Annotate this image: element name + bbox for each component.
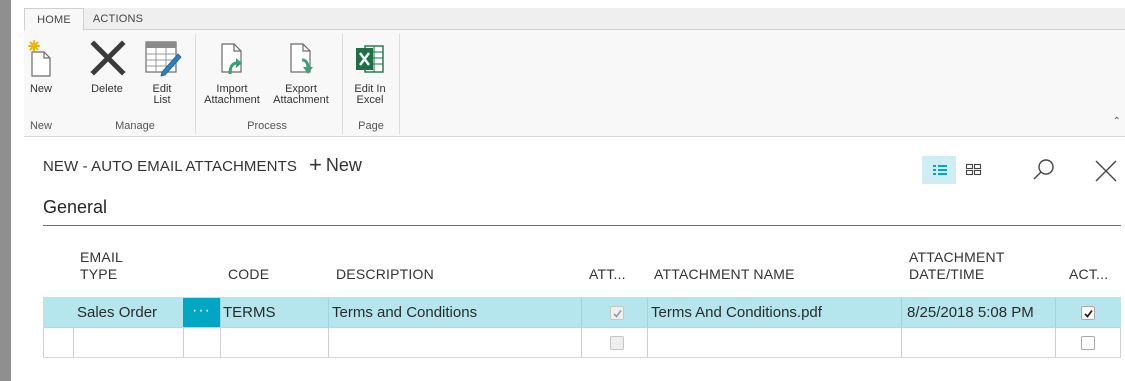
section-divider [43, 225, 1121, 226]
search-icon [1030, 159, 1058, 188]
edit-in-excel-label: Edit In Excel [354, 83, 386, 106]
cell-attachment-name[interactable]: Terms And Conditions.pdf [651, 298, 822, 328]
collapse-ribbon-icon[interactable]: ⌃ [1113, 116, 1121, 127]
table-row[interactable] [43, 327, 1121, 358]
group-label-process: Process [247, 120, 287, 132]
column-header-act[interactable]: ACT... [1069, 266, 1108, 283]
group-label-new: New [29, 120, 52, 132]
ribbon-tab-bar: HOME ACTIONS [24, 8, 1125, 31]
cell-code[interactable]: TERMS [223, 298, 276, 328]
delete-button-label: Delete [91, 83, 123, 95]
column-header-att[interactable]: ATT... [589, 266, 626, 283]
list-view-icon [922, 165, 956, 188]
edit-list-button-label: Edit List [152, 83, 172, 106]
column-divider [220, 298, 221, 327]
left-edge-bar [0, 0, 11, 381]
column-header-attachment-datetime[interactable]: ATTACHMENT DATE/TIME [909, 249, 1005, 283]
close-icon [1091, 160, 1121, 190]
column-divider [1055, 298, 1056, 327]
column-divider [581, 298, 582, 327]
plus-icon: + [309, 152, 322, 177]
export-attachment-button[interactable]: Export Attachment [268, 38, 334, 118]
act-checkbox[interactable] [1081, 306, 1095, 320]
close-button[interactable] [1091, 156, 1121, 186]
column-header-attachment-name[interactable]: ATTACHMENT NAME [654, 266, 795, 283]
export-attachment-label: Export Attachment [273, 83, 329, 106]
export-attachment-icon [268, 38, 334, 78]
section-title: General [43, 197, 108, 217]
ribbon-group-separator [195, 34, 196, 134]
new-button[interactable]: New [26, 38, 56, 118]
tile-view-icon [956, 163, 990, 188]
column-divider [1055, 328, 1056, 357]
ribbon-group-separator [342, 34, 343, 134]
tile-view-button[interactable] [956, 156, 990, 184]
new-document-icon [26, 38, 56, 78]
page-title: NEW - AUTO EMAIL ATTACHMENTS [43, 158, 297, 175]
new-record-label: New [325, 155, 362, 175]
att-checkbox [610, 306, 624, 320]
act-checkbox[interactable] [1081, 336, 1095, 350]
tab-actions[interactable]: ACTIONS [84, 8, 152, 30]
row-actions-ellipsis-button[interactable]: ··· [183, 298, 220, 328]
excel-icon [351, 38, 389, 78]
group-label-manage: Manage [115, 120, 155, 132]
import-attachment-label: Import Attachment [204, 83, 260, 106]
column-divider [901, 298, 902, 327]
column-divider [1120, 328, 1121, 357]
ribbon-group-separator [399, 34, 400, 134]
list-view-button[interactable] [922, 156, 956, 184]
new-button-label: New [29, 83, 52, 95]
tab-home[interactable]: HOME [24, 8, 84, 31]
column-divider [73, 328, 74, 357]
column-header-code[interactable]: CODE [228, 266, 269, 283]
edit-list-icon [142, 38, 182, 78]
ribbon: HOME ACTIONS New Delete Edit List Import… [24, 8, 1125, 137]
new-record-button[interactable]: + New [309, 152, 362, 177]
table-row[interactable]: Sales Order ··· TERMS Terms and Conditio… [43, 297, 1121, 328]
column-divider [647, 298, 648, 327]
edit-in-excel-button[interactable]: Edit In Excel [351, 38, 389, 118]
column-divider [43, 328, 44, 357]
column-header-description[interactable]: DESCRIPTION [336, 266, 434, 283]
cell-description[interactable]: Terms and Conditions [332, 298, 477, 328]
column-divider [328, 328, 329, 357]
cell-email-type[interactable]: Sales Order [77, 298, 157, 328]
column-divider [647, 328, 648, 357]
delete-x-icon [88, 38, 126, 78]
group-label-page: Page [358, 120, 384, 132]
column-divider [581, 328, 582, 357]
edit-list-button[interactable]: Edit List [142, 38, 182, 118]
column-divider [183, 328, 184, 357]
import-attachment-button[interactable]: Import Attachment [200, 38, 264, 118]
att-checkbox [610, 336, 624, 350]
import-attachment-icon [200, 38, 264, 78]
search-button[interactable] [1030, 156, 1058, 184]
cell-attachment-datetime[interactable]: 8/25/2018 5:08 PM [907, 298, 1034, 328]
column-divider [328, 298, 329, 327]
column-divider [220, 328, 221, 357]
column-header-email-type[interactable]: EMAIL TYPE [80, 249, 123, 283]
column-divider [901, 328, 902, 357]
delete-button[interactable]: Delete [88, 38, 126, 118]
